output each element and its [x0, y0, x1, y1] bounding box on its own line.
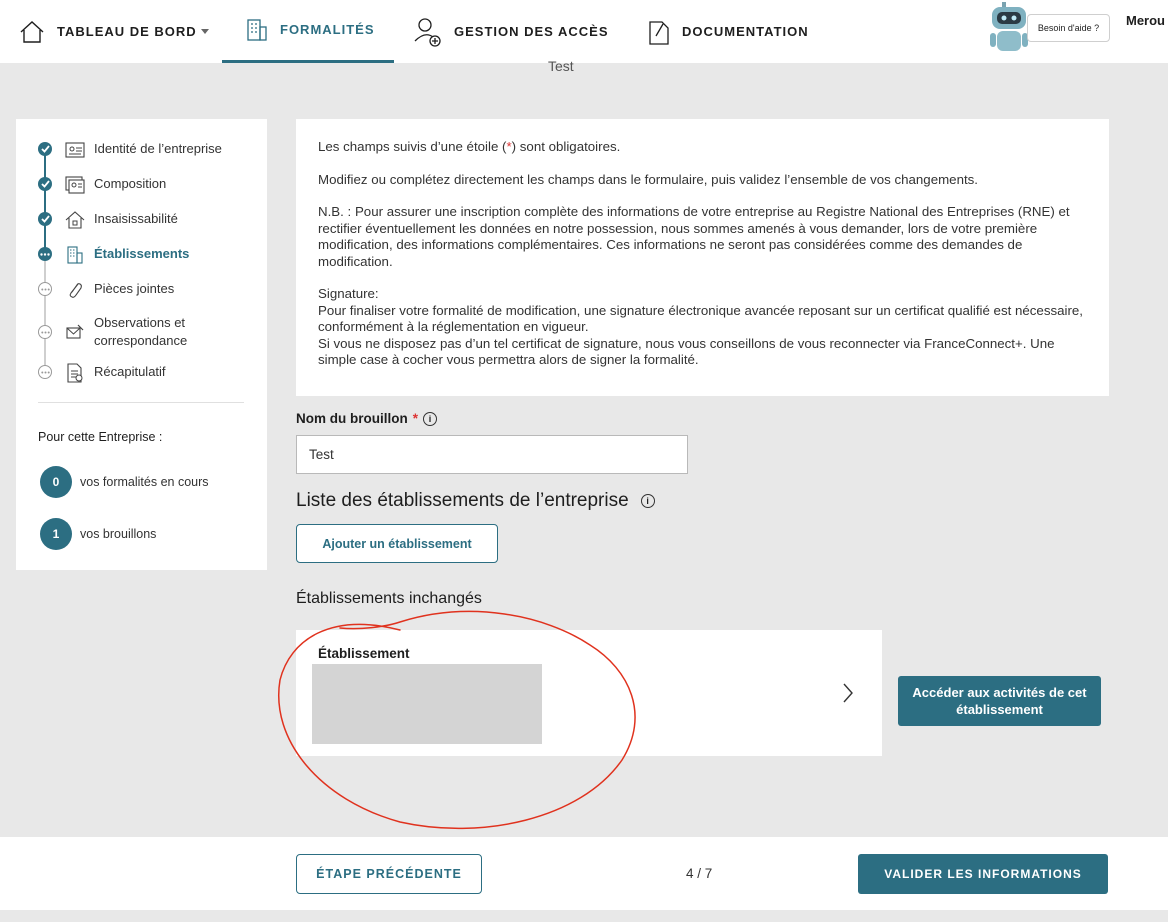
envelope-icon — [66, 324, 84, 339]
nav-access-management[interactable]: GESTION DES ACCÈS — [414, 0, 608, 63]
nav-formalities-label: FORMALITÉS — [280, 22, 375, 37]
info-panel: Les champs suivis d’une étoile (*) sont … — [296, 119, 1109, 396]
people-card-icon — [65, 176, 85, 194]
drafts-label: vos brouillons — [80, 527, 157, 541]
nav-dashboard-label: TABLEAU DE BORD — [57, 24, 197, 39]
nav-documentation-label: DOCUMENTATION — [682, 24, 809, 39]
user-add-icon — [414, 17, 441, 47]
drafts-count-badge: 1 — [40, 518, 72, 550]
step-counter: 4 / 7 — [686, 866, 713, 881]
modify-instructions: Modifiez ou complétez directement les ch… — [318, 171, 979, 187]
check-icon — [38, 212, 52, 226]
help-button[interactable]: Besoin d'aide ? — [1027, 14, 1110, 42]
formalities-in-progress-link[interactable]: 0 vos formalités en cours — [40, 466, 209, 498]
more-dots-icon — [38, 282, 52, 296]
establishment-card[interactable]: Établissement — [296, 630, 882, 756]
in-progress-label: vos formalités en cours — [80, 475, 209, 489]
draft-name-label-text: Nom du brouillon — [296, 411, 408, 426]
nav-documentation[interactable]: DOCUMENTATION — [648, 0, 809, 63]
step-label: Insaisissabilité — [94, 211, 178, 226]
required-star: * — [412, 411, 418, 426]
draft-name-label: Nom du brouillon * i — [296, 411, 437, 426]
signature-text-1: Pour finaliser votre formalité de modifi… — [318, 302, 1083, 335]
user-menu[interactable]: Merou — [1126, 13, 1165, 28]
steps-rail-progress — [44, 149, 46, 255]
document-edit-icon — [649, 20, 669, 45]
step-label: Récapitulatif — [94, 364, 166, 379]
nav-formalities[interactable]: FORMALITÉS — [246, 0, 375, 61]
paperclip-icon — [69, 283, 82, 298]
establishments-list-title-text: Liste des établissements de l’entreprise — [296, 490, 629, 511]
step-label: Composition — [94, 176, 167, 191]
add-establishment-button[interactable]: Ajouter un établissement — [296, 524, 498, 563]
redacted-address-block — [312, 664, 542, 744]
steps-sidebar: Identité de l’entreprise Composition Ins… — [16, 119, 267, 570]
active-tab-indicator — [222, 60, 394, 63]
draft-name-input[interactable] — [296, 435, 688, 474]
validate-button[interactable]: VALIDER LES INFORMATIONS — [858, 854, 1108, 894]
sidebar-divider — [38, 402, 244, 403]
building-icon — [247, 18, 267, 41]
in-progress-count-badge: 0 — [40, 466, 72, 498]
house-icon — [65, 211, 85, 229]
required-note-text: Les champs suivis d’une étoile ( — [318, 139, 507, 154]
id-card-icon — [65, 142, 85, 158]
assistant-robot-icon[interactable] — [986, 2, 1032, 56]
more-dots-icon — [38, 247, 52, 261]
home-icon — [20, 20, 44, 43]
chevron-right-icon[interactable] — [842, 682, 854, 704]
drafts-link[interactable]: 1 vos brouillons — [40, 518, 156, 550]
info-icon[interactable]: i — [640, 494, 655, 508]
document-icon — [67, 363, 83, 383]
establishment-label: Établissement — [318, 646, 410, 661]
nav-access-label: GESTION DES ACCÈS — [454, 24, 609, 39]
step-label: Identité de l’entreprise — [94, 141, 222, 156]
unchanged-establishments-title: Établissements inchangés — [296, 590, 482, 607]
required-note-text-end: ) sont obligatoires. — [511, 139, 621, 154]
top-navigation: TABLEAU DE BORD FORMALITÉS GESTION DES A… — [0, 0, 1168, 63]
previous-step-button[interactable]: ÉTAPE PRÉCÉDENTE — [296, 854, 482, 894]
step-label: Établissements — [94, 246, 190, 261]
signature-title: Signature: — [318, 286, 379, 301]
nav-dashboard[interactable]: TABLEAU DE BORD — [19, 0, 209, 63]
check-icon — [38, 142, 52, 156]
check-icon — [38, 177, 52, 191]
step-label: Observations et correspondance — [94, 315, 188, 348]
access-activities-button[interactable]: Accéder aux activités de cet établisseme… — [898, 676, 1101, 726]
info-icon[interactable]: i — [423, 411, 437, 426]
nb-note: N.B. : Pour assurer une inscription comp… — [318, 204, 1070, 269]
footer-bar: ÉTAPE PRÉCÉDENTE 4 / 7 VALIDER LES INFOR… — [0, 837, 1168, 910]
required-fields-note: Les champs suivis d’une étoile (*) sont … — [318, 139, 1087, 156]
building-icon — [67, 246, 83, 264]
more-dots-icon — [38, 325, 52, 339]
signature-text-2: Si vous ne disposez pas d’un tel certifi… — [318, 335, 1055, 368]
more-dots-icon — [38, 365, 52, 379]
establishments-list-title: Liste des établissements de l’entreprise… — [296, 490, 655, 512]
signature-note: Signature: Pour finaliser votre formalit… — [318, 286, 1087, 369]
sidebar-section-title: Pour cette Entreprise : — [38, 430, 163, 444]
step-label: Pièces jointes — [94, 281, 175, 296]
caret-down-icon — [200, 28, 209, 34]
page-title-behind: Test — [548, 58, 574, 74]
